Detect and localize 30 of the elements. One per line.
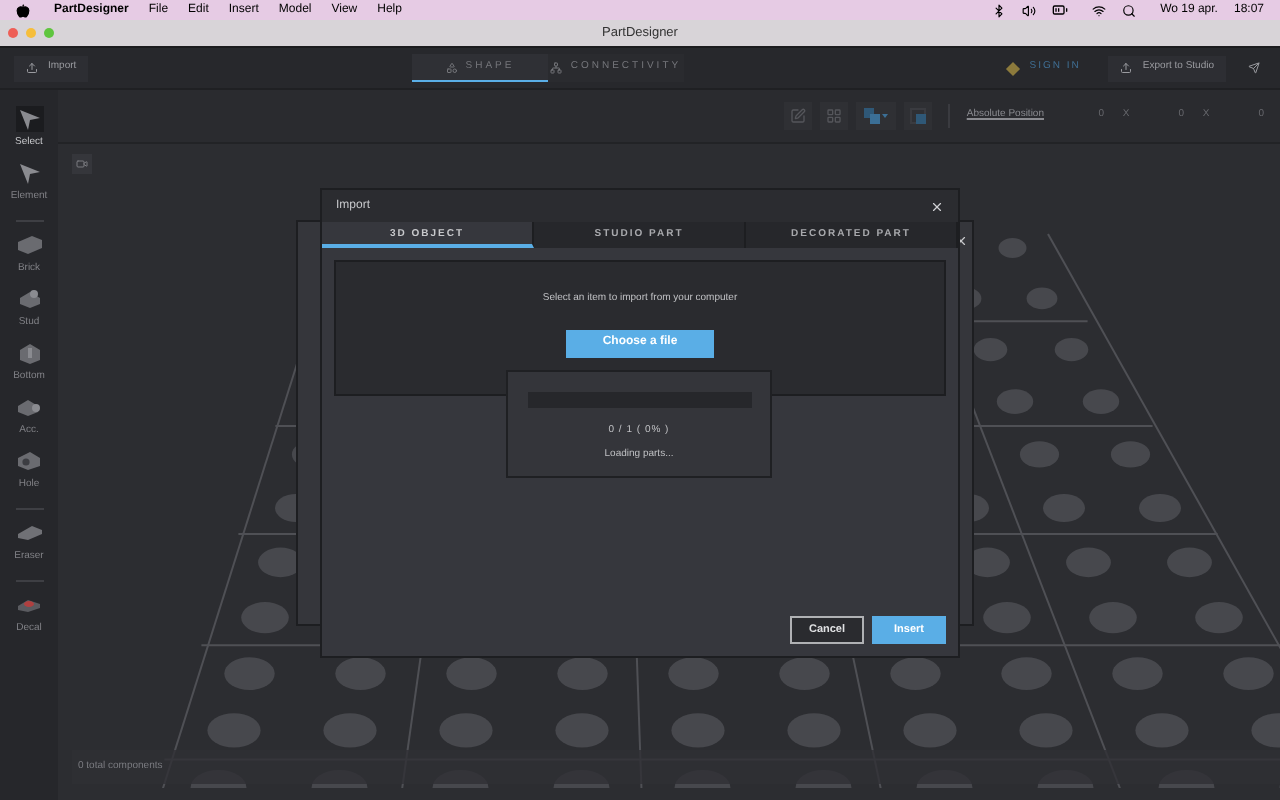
scale-icon [910, 108, 927, 124]
edit-icon [790, 108, 807, 124]
stud-icon [17, 288, 41, 310]
layers-button[interactable] [856, 102, 897, 130]
brick-icon [15, 234, 43, 256]
apple-icon[interactable] [16, 3, 30, 17]
decal-icon [16, 596, 42, 614]
import-icon [26, 62, 38, 74]
send-icon [1248, 62, 1260, 74]
brick-accessory-icon [16, 396, 42, 418]
network-icon [550, 62, 563, 74]
battery-icon[interactable] [1052, 2, 1069, 18]
wifi-icon[interactable] [1092, 3, 1107, 17]
pointer-icon [17, 107, 41, 131]
layers-icon [864, 108, 881, 124]
volume-icon[interactable] [1022, 3, 1037, 17]
shapes-icon [445, 61, 458, 73]
caret-icon [882, 114, 889, 118]
camera-button[interactable] [72, 154, 92, 174]
export-icon [1120, 62, 1133, 74]
pointer-icon [17, 161, 41, 185]
brick-bottom-icon [17, 341, 41, 365]
eraser-icon [15, 524, 43, 542]
sign-in-icon [1005, 60, 1020, 76]
bluetooth-icon[interactable] [992, 3, 1007, 17]
camera-icon [76, 158, 88, 170]
close-window-button[interactable] [8, 28, 18, 38]
brick-hole-icon [16, 450, 42, 472]
grid-icon [826, 108, 843, 124]
search-icon[interactable] [1122, 3, 1137, 17]
